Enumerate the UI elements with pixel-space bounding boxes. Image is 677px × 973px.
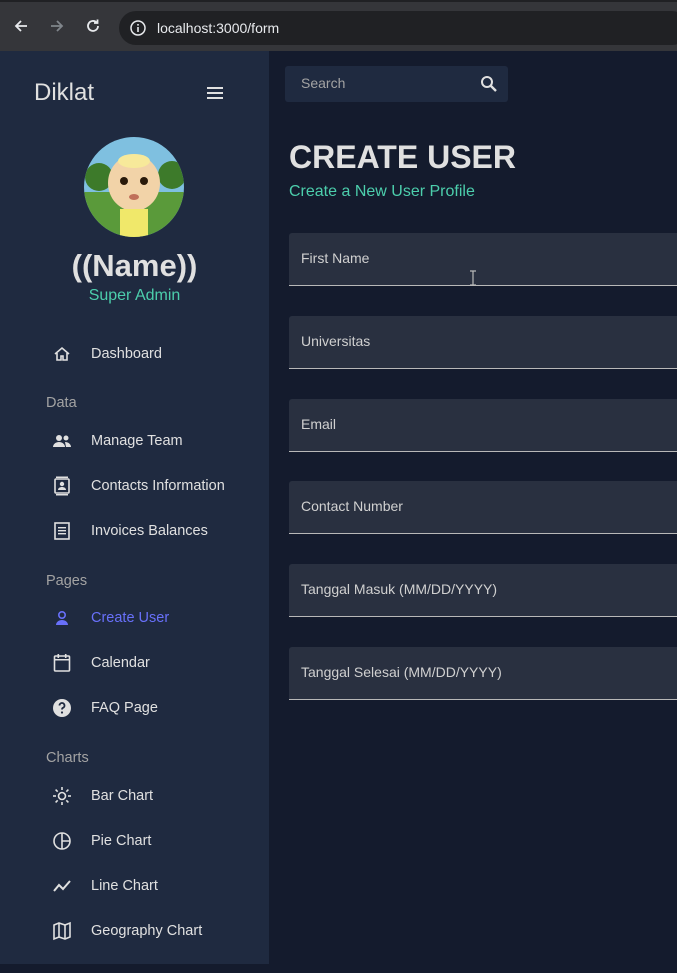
sidebar-bottom-gap — [0, 964, 269, 973]
user-role: Super Admin — [88, 287, 181, 304]
sidebar-item-pie-chart[interactable]: Pie Chart — [0, 821, 269, 861]
field-label: First Name — [301, 250, 370, 266]
field-label: Tanggal Selesai (MM/DD/YYYY) — [301, 664, 502, 680]
sidebar-item-invoices[interactable]: Invoices Balances — [0, 511, 269, 551]
field-label: Contact Number — [301, 498, 403, 514]
sidebar-item-label: Pie Chart — [91, 833, 152, 849]
hamburger-menu-icon[interactable] — [205, 84, 225, 102]
back-arrow-icon[interactable] — [10, 15, 32, 37]
sidebar-item-label: Calendar — [91, 655, 150, 671]
sidebar-item-label: Dashboard — [91, 346, 162, 362]
search-icon[interactable] — [479, 74, 499, 94]
home-icon — [52, 344, 72, 364]
email-field[interactable]: Email — [289, 399, 677, 452]
sidebar-item-label: Geography Chart — [91, 923, 203, 939]
main-content: CREATE USER Create a New User Profile Fi… — [269, 51, 677, 973]
sidebar-item-manage-team[interactable]: Manage Team — [0, 421, 269, 461]
line-chart-icon — [52, 876, 72, 896]
sidebar: Diklat ((Name)) Super Admin Dashboard Da… — [0, 51, 269, 964]
search-input[interactable] — [301, 75, 471, 91]
pie-chart-icon — [52, 831, 72, 851]
site-info-icon[interactable] — [129, 19, 147, 42]
universitas-field[interactable]: Universitas — [289, 316, 677, 369]
reload-icon[interactable] — [82, 15, 104, 37]
sidebar-item-create-user[interactable]: Create User — [0, 598, 269, 638]
browser-toolbar: localhost:3000/form — [0, 0, 677, 51]
contact-number-field[interactable]: Contact Number — [289, 481, 677, 534]
sidebar-item-line-chart[interactable]: Line Chart — [0, 866, 269, 906]
sidebar-item-label: FAQ Page — [91, 700, 158, 716]
sidebar-item-calendar[interactable]: Calendar — [0, 643, 269, 683]
receipt-icon — [52, 521, 72, 541]
text-cursor-icon — [470, 270, 476, 286]
avatar — [84, 137, 184, 237]
address-bar[interactable]: localhost:3000/form — [119, 11, 677, 45]
contacts-icon — [52, 476, 72, 496]
page-title: CREATE USER — [289, 139, 516, 175]
sidebar-item-label: Create User — [91, 610, 170, 626]
tanggal-masuk-field[interactable]: Tanggal Masuk (MM/DD/YYYY) — [289, 564, 677, 617]
map-icon — [52, 921, 72, 941]
help-icon — [52, 698, 72, 718]
section-label-charts: Charts — [46, 750, 89, 766]
sidebar-item-label: Line Chart — [91, 878, 158, 894]
forward-arrow-icon[interactable] — [46, 15, 68, 37]
field-label: Email — [301, 416, 337, 432]
sidebar-item-contacts[interactable]: Contacts Information — [0, 466, 269, 506]
sidebar-item-dashboard[interactable]: Dashboard — [0, 334, 269, 374]
user-name: ((Name)) — [71, 248, 198, 283]
app-title: Diklat — [34, 79, 95, 106]
calendar-icon — [52, 653, 72, 673]
sidebar-item-bar-chart[interactable]: Bar Chart — [0, 776, 269, 816]
first-name-field[interactable]: First Name — [289, 233, 677, 286]
url-text: localhost:3000/form — [157, 20, 280, 36]
section-label-pages: Pages — [46, 573, 88, 589]
tanggal-selesai-field[interactable]: Tanggal Selesai (MM/DD/YYYY) — [289, 647, 677, 700]
people-icon — [52, 431, 72, 451]
sidebar-item-label: Contacts Information — [91, 478, 225, 494]
sidebar-item-label: Invoices Balances — [91, 523, 208, 539]
sidebar-item-faq[interactable]: FAQ Page — [0, 688, 269, 728]
section-label-data: Data — [46, 395, 77, 411]
sidebar-item-label: Manage Team — [91, 433, 183, 449]
field-label: Universitas — [301, 333, 371, 349]
person-icon — [52, 608, 72, 628]
page-subtitle: Create a New User Profile — [289, 183, 475, 200]
search-bar — [285, 66, 508, 102]
sidebar-item-geography-chart[interactable]: Geography Chart — [0, 911, 269, 951]
bar-chart-icon — [52, 786, 72, 806]
field-label: Tanggal Masuk (MM/DD/YYYY) — [301, 581, 498, 597]
sidebar-item-label: Bar Chart — [91, 788, 154, 804]
